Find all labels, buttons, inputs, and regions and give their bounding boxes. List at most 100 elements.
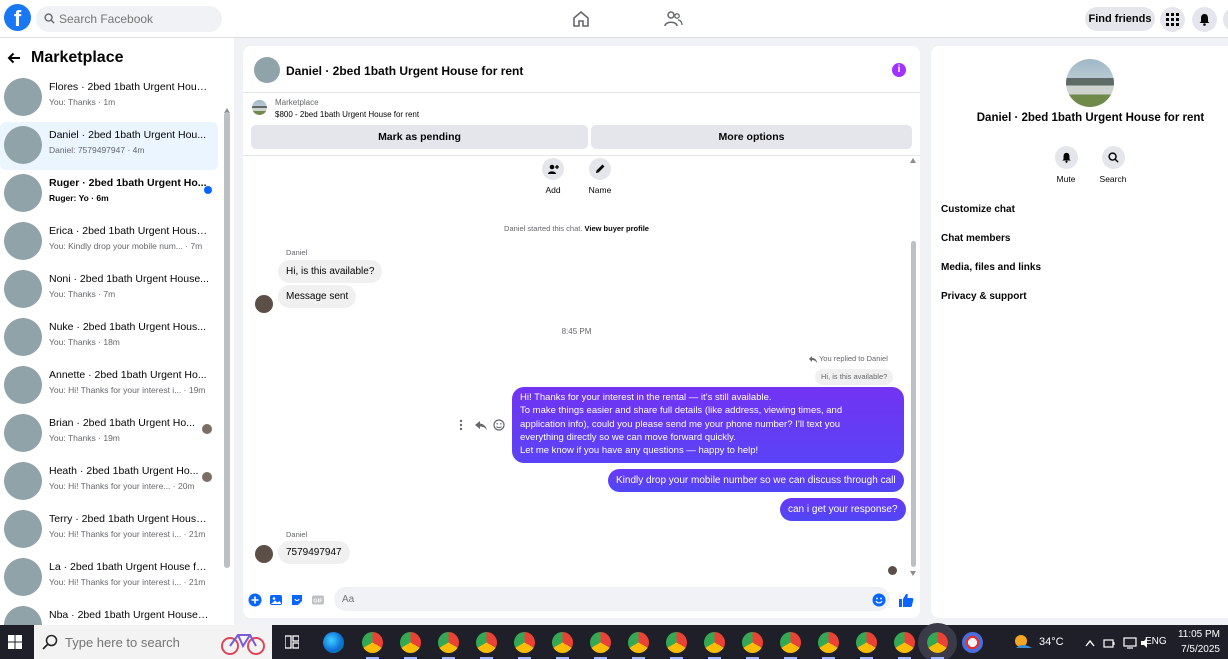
conversation-item[interactable]: Brian · 2bed 1bath Urgent Ho... You: Than… — [0, 410, 218, 458]
listing-thumbnail[interactable] — [252, 100, 267, 115]
conversation-item[interactable]: Annette · 2bed 1bath Urgent Ho... You: Hi… — [0, 362, 218, 410]
scroll-down-arrow[interactable] — [910, 571, 916, 576]
conversation-item[interactable]: Erica · 2bed 1bath Urgent House... You: K… — [0, 218, 218, 266]
edge-browser-icon[interactable] — [323, 632, 344, 653]
plus-circle-icon[interactable] — [248, 593, 262, 607]
media-files-links-item[interactable]: Media, files and links — [941, 262, 1041, 273]
outgoing-message[interactable]: Kindly drop your mobile number so we can… — [608, 469, 904, 492]
chrome-browser-icon[interactable] — [628, 632, 649, 659]
conversation-item-active[interactable]: Daniel · 2bed 1bath Urgent Hou... Daniel:… — [0, 122, 218, 170]
listing-price[interactable]: $800 - 2bed 1bath Urgent House for rent — [275, 110, 419, 119]
view-buyer-profile-link[interactable]: View buyer profile — [585, 224, 649, 233]
gif-icon[interactable]: GIF — [311, 593, 325, 607]
chrome-browser-icon[interactable] — [476, 632, 497, 659]
app-icon[interactable] — [962, 632, 983, 653]
clock-date[interactable]: 7/5/2025 — [1172, 644, 1220, 655]
house-avatar — [4, 414, 42, 452]
chrome-browser-icon[interactable] — [856, 632, 877, 659]
scroll-up-arrow[interactable] — [910, 158, 916, 163]
chat-profile-photo[interactable] — [1066, 59, 1114, 107]
conversation-item[interactable]: Nba · 2bed 1bath Urgent House ... — [0, 602, 218, 625]
emoji-icon[interactable] — [872, 593, 886, 607]
facebook-logo[interactable]: f — [4, 4, 31, 31]
chrome-browser-icon[interactable] — [742, 632, 763, 659]
task-view-icon[interactable] — [285, 635, 299, 649]
more-vertical-icon[interactable] — [458, 418, 464, 432]
notifications-button[interactable] — [1192, 7, 1217, 32]
replied-message-quote[interactable]: Hi, is this available? — [815, 369, 894, 385]
profile-button[interactable] — [1223, 7, 1228, 32]
chat-scrollbar[interactable] — [911, 241, 916, 567]
house-avatar — [4, 78, 42, 116]
chat-members-item[interactable]: Chat members — [941, 233, 1010, 244]
mute-action[interactable]: Mute — [1046, 146, 1086, 184]
chrome-browser-icon[interactable] — [704, 632, 725, 659]
search-in-chat-action[interactable]: Search — [1093, 146, 1133, 184]
house-avatar — [4, 606, 42, 625]
message-input[interactable] — [334, 587, 890, 611]
conversation-item[interactable]: Nuke · 2bed 1bath Urgent Hous... You: Tha… — [0, 314, 218, 362]
chrome-browser-icon[interactable] — [552, 632, 573, 659]
network-icon[interactable] — [1123, 637, 1137, 649]
conversation-item[interactable]: Flores · 2bed 1bath Urgent Hous... You: T… — [0, 74, 218, 122]
contact-avatar[interactable] — [255, 545, 273, 563]
conversation-item[interactable]: Heath · 2bed 1bath Urgent Ho... You: Hi! … — [0, 458, 218, 506]
outgoing-message[interactable]: can i get your response? — [780, 498, 906, 521]
contact-avatar[interactable] — [255, 295, 273, 313]
mark-as-pending-button[interactable]: Mark as pending — [251, 125, 588, 149]
more-options-button[interactable]: More options — [591, 125, 912, 149]
name-chat-action[interactable]: Name — [580, 158, 620, 195]
seen-avatar — [202, 424, 212, 434]
search-input[interactable] — [59, 6, 214, 32]
bell-icon — [1061, 152, 1071, 163]
taskbar-search[interactable] — [34, 625, 272, 659]
friends-icon[interactable] — [663, 9, 683, 29]
privacy-support-item[interactable]: Privacy & support — [941, 291, 1027, 302]
info-icon[interactable]: i — [892, 63, 906, 77]
conversation-item[interactable]: Terry · 2bed 1bath Urgent House... You: H… — [0, 506, 218, 554]
thumbs-up-icon[interactable] — [898, 592, 914, 608]
chrome-browser-icon[interactable] — [400, 632, 421, 659]
gallery-icon[interactable] — [269, 593, 283, 607]
menu-grid-icon — [1166, 13, 1179, 26]
conversation-item[interactable]: Noni · 2bed 1bath Urgent House... You: Th… — [0, 266, 218, 314]
house-avatar — [4, 366, 42, 404]
menu-button[interactable] — [1160, 7, 1185, 32]
incoming-message[interactable]: 7579497947 — [278, 541, 350, 564]
add-people-action[interactable]: Add — [533, 158, 573, 195]
battery-icon[interactable] — [1103, 637, 1115, 649]
sidebar-scrollbar[interactable] — [224, 112, 230, 568]
house-avatar — [4, 558, 42, 596]
find-friends-button[interactable]: Find friends — [1085, 7, 1155, 31]
chrome-browser-icon[interactable] — [438, 632, 459, 659]
chat-title[interactable]: Daniel · 2bed 1bath Urgent House for ren… — [286, 64, 523, 78]
clock-time[interactable]: 11:05 PM — [1172, 629, 1220, 640]
incoming-message[interactable]: Message sent — [278, 285, 357, 308]
temperature[interactable]: 34°C — [1039, 636, 1064, 648]
chrome-browser-icon-active[interactable] — [918, 623, 957, 659]
emoji-reaction-icon[interactable] — [493, 418, 505, 432]
windows-start-icon[interactable] — [8, 635, 22, 649]
incoming-message[interactable]: Hi, is this available? — [278, 260, 383, 283]
conversation-item-unread[interactable]: Ruger · 2bed 1bath Urgent Ho... Ruger: Yo… — [0, 170, 218, 218]
chrome-browser-icon[interactable] — [780, 632, 801, 659]
sticker-icon[interactable] — [290, 593, 304, 607]
chat-avatar[interactable] — [254, 57, 280, 83]
search-box[interactable] — [36, 6, 222, 32]
reply-icon[interactable] — [475, 418, 487, 432]
chrome-browser-icon[interactable] — [362, 632, 383, 659]
home-icon[interactable] — [571, 9, 591, 29]
taskbar-search-input[interactable] — [65, 633, 215, 651]
chevron-up-icon[interactable] — [1085, 639, 1095, 647]
customize-chat-item[interactable]: Customize chat — [941, 204, 1015, 215]
outgoing-message[interactable]: Hi! Thanks for your interest in the rent… — [512, 387, 904, 463]
input-language[interactable]: ENG — [1145, 636, 1167, 647]
conversation-item[interactable]: La · 2bed 1bath Urgent House fo... You: H… — [0, 554, 218, 602]
back-arrow-icon[interactable] — [6, 50, 22, 66]
chrome-browser-icon[interactable] — [590, 632, 611, 659]
chrome-browser-icon[interactable] — [514, 632, 535, 659]
chrome-browser-icon[interactable] — [818, 632, 839, 659]
conversation-title: Daniel · 2bed 1bath Urgent Hou... — [49, 129, 207, 141]
chrome-browser-icon[interactable] — [666, 632, 687, 659]
chrome-browser-icon[interactable] — [894, 632, 915, 659]
